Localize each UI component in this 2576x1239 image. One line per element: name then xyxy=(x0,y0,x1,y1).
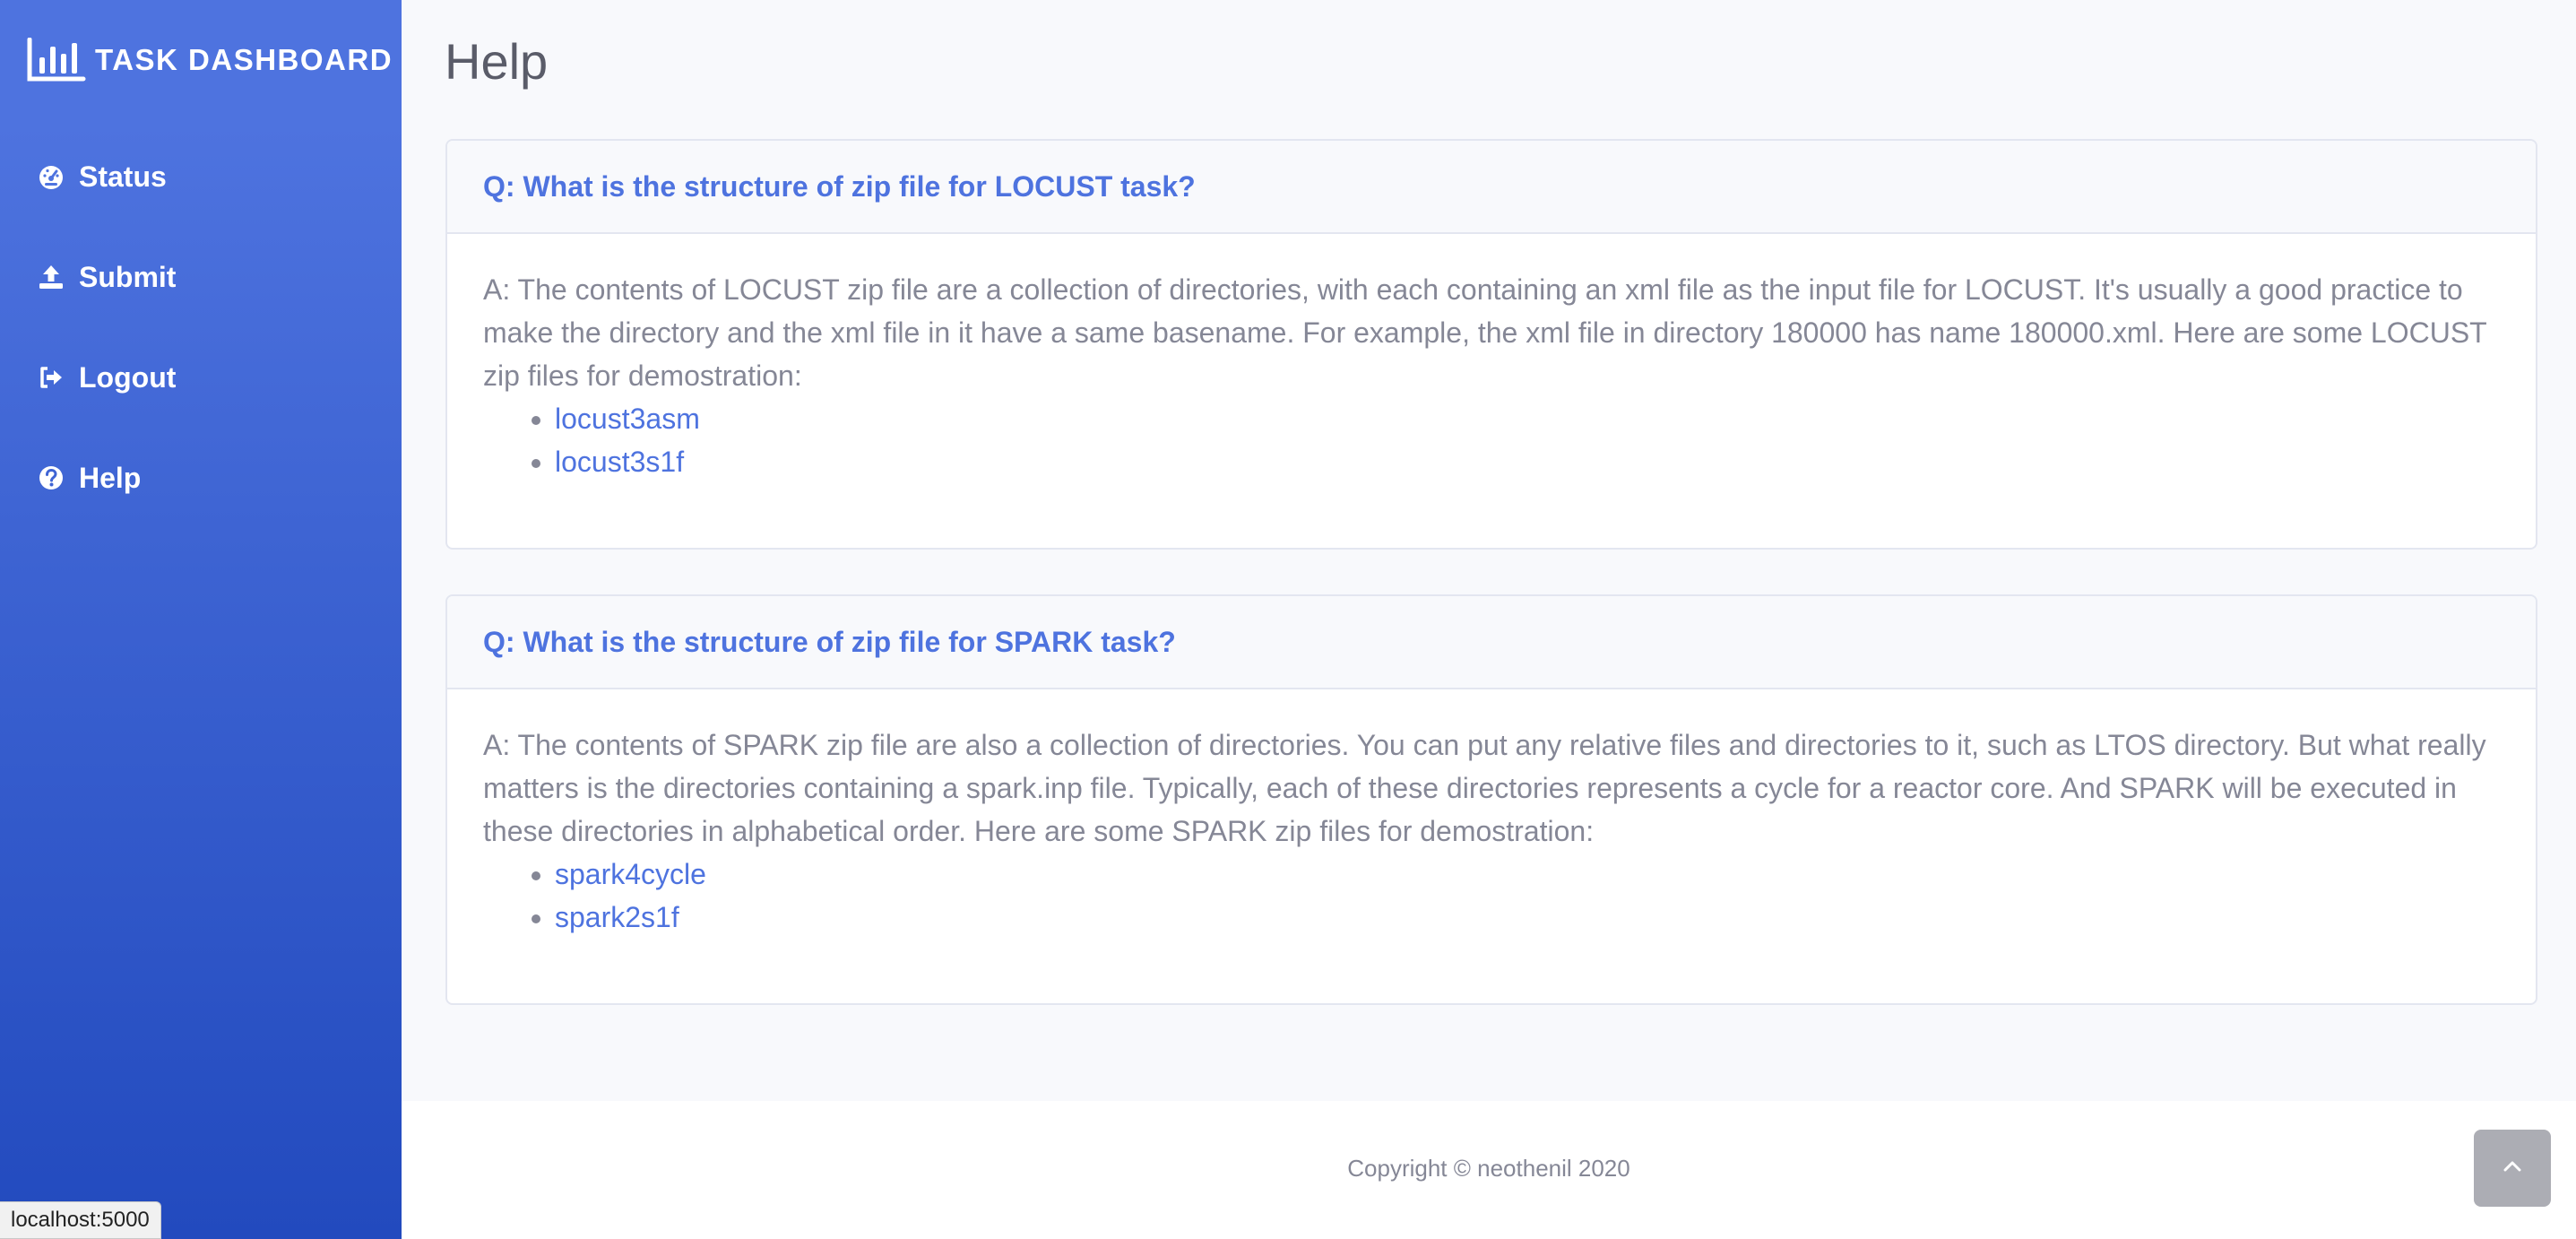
list-item: spark2s1f xyxy=(555,896,2500,939)
upload-icon xyxy=(38,264,65,290)
sidebar-item-submit[interactable]: Submit xyxy=(0,241,402,313)
sidebar-item-help[interactable]: Help xyxy=(0,442,402,514)
card-body: A: The contents of SPARK zip file are al… xyxy=(447,689,2536,939)
download-link-locust3s1f[interactable]: locust3s1f xyxy=(555,446,684,478)
question-circle-icon xyxy=(38,464,65,491)
faq-question: Q: What is the structure of zip file for… xyxy=(483,625,1176,658)
sidebar-item-label: Help xyxy=(79,461,142,494)
sidebar-item-status[interactable]: Status xyxy=(0,141,402,212)
faq-question: Q: What is the structure of zip file for… xyxy=(483,169,1196,203)
download-link-spark2s1f[interactable]: spark2s1f xyxy=(555,901,679,933)
download-link-spark4cycle[interactable]: spark4cycle xyxy=(555,858,706,890)
chart-bar-icon xyxy=(27,37,86,82)
browser-status-url: localhost:5000 xyxy=(0,1201,161,1239)
faq-card-spark: Q: What is the structure of zip file for… xyxy=(445,594,2537,1005)
card-header: Q: What is the structure of zip file for… xyxy=(447,141,2536,234)
chevron-up-icon xyxy=(2502,1159,2523,1178)
sign-out-icon xyxy=(38,364,65,391)
faq-card-locust: Q: What is the structure of zip file for… xyxy=(445,139,2537,550)
sidebar: TASK DASHBOARD Status Submit Logout Help xyxy=(0,0,402,1239)
scroll-to-top-button[interactable] xyxy=(2474,1130,2551,1207)
faq-answer: A: The contents of LOCUST zip file are a… xyxy=(483,273,2487,392)
list-item: locust3asm xyxy=(555,397,2500,440)
list-item: locust3s1f xyxy=(555,440,2500,483)
download-list: spark4cycle spark2s1f xyxy=(555,853,2500,939)
list-item: spark4cycle xyxy=(555,853,2500,896)
download-list: locust3asm locust3s1f xyxy=(555,397,2500,483)
sidebar-item-logout[interactable]: Logout xyxy=(0,342,402,413)
sidebar-brand[interactable]: TASK DASHBOARD xyxy=(27,37,393,82)
sidebar-item-label: Submit xyxy=(79,260,177,293)
copyright-text: Copyright © neothenil 2020 xyxy=(1347,1155,1630,1182)
card-body: A: The contents of LOCUST zip file are a… xyxy=(447,234,2536,483)
main-content: Help Q: What is the structure of zip fil… xyxy=(402,0,2576,1239)
card-header: Q: What is the structure of zip file for… xyxy=(447,596,2536,689)
download-link-locust3asm[interactable]: locust3asm xyxy=(555,403,700,435)
page-title: Help xyxy=(445,33,549,90)
tachometer-icon xyxy=(38,163,65,190)
sidebar-item-label: Status xyxy=(79,160,167,193)
faq-answer: A: The contents of SPARK zip file are al… xyxy=(483,729,2486,847)
sidebar-item-label: Logout xyxy=(79,360,177,394)
brand-title: TASK DASHBOARD xyxy=(95,43,393,76)
footer: Copyright © neothenil 2020 xyxy=(402,1101,2576,1239)
